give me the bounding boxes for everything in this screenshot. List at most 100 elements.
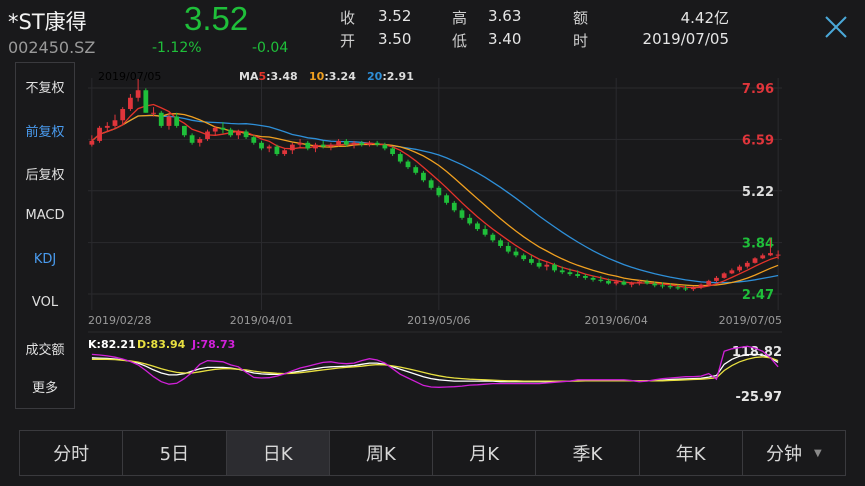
candle-body <box>636 281 642 284</box>
candle <box>436 185 442 198</box>
candle-body <box>775 254 781 256</box>
candle-body <box>243 131 249 138</box>
candle <box>521 253 527 261</box>
y-tick-label: 6.59 <box>742 133 774 148</box>
candle <box>698 283 704 290</box>
candle-body <box>582 275 588 278</box>
quote-value-close: 3.52 <box>378 7 412 25</box>
ma5-legend-value: 3.48 <box>271 70 298 83</box>
candle-body <box>251 137 257 143</box>
candle-body <box>660 285 665 287</box>
candle <box>459 208 465 220</box>
candle-body <box>490 234 496 241</box>
candle <box>621 279 627 286</box>
candle-body <box>552 264 557 271</box>
candle <box>760 253 766 260</box>
close-x-icon[interactable] <box>823 14 849 40</box>
candle-body <box>683 288 689 290</box>
candle-body <box>351 142 357 145</box>
sidebar-item-more[interactable]: 更多 <box>16 377 74 396</box>
tab-yearly-k[interactable]: 年K <box>640 431 743 475</box>
candle-body <box>629 283 635 285</box>
candle <box>505 242 511 254</box>
candle-body <box>382 144 388 149</box>
candle-body <box>652 283 658 286</box>
candle <box>467 214 473 226</box>
candle-body <box>235 131 241 136</box>
candle <box>413 165 419 175</box>
quote-label-high: 高 <box>452 9 468 27</box>
tab-monthly-k[interactable]: 月K <box>433 431 537 475</box>
chart-labels: 2019/07/05 MA5:3.48 10:3.24 20:2.91 K:82… <box>88 70 414 351</box>
quote-value-open: 3.50 <box>378 30 412 48</box>
candle <box>397 152 403 164</box>
sidebar-item-macd[interactable]: MACD <box>16 208 74 223</box>
tab-5day[interactable]: 5日 <box>123 431 227 475</box>
tab-weekly-k[interactable]: 周K <box>330 431 433 475</box>
candle-body <box>336 140 342 145</box>
ma10-legend-period: 10 <box>309 70 325 83</box>
candle-body <box>467 217 473 224</box>
tab-daily-k[interactable]: 日K <box>226 431 330 475</box>
candle <box>189 133 195 145</box>
candle <box>243 129 249 140</box>
tab-quarterly-k[interactable]: 季K <box>536 431 640 475</box>
tab-intraday[interactable]: 分时 <box>20 431 124 475</box>
candle <box>444 193 449 205</box>
sidebar-item-no-adjust[interactable]: 不复权 <box>16 77 74 96</box>
candle-body <box>328 144 334 147</box>
candle <box>475 221 480 231</box>
kdj-legend: K:82.21 D:83.94 J:78.73 <box>88 338 235 351</box>
candle-body <box>181 125 187 136</box>
j-legend-value: 78.73 <box>201 338 236 351</box>
indicator-sidebar: 不复权 前复权 后复权 MACD KDJ VOL 成交额 更多 <box>15 62 75 409</box>
quote-label-amount: 额 <box>573 9 589 27</box>
sidebar-item-forward-adjust[interactable]: 前复权 <box>16 121 74 140</box>
candle <box>228 127 234 138</box>
candle-body <box>690 287 696 290</box>
candle <box>89 135 95 147</box>
y-tick-label: 3.84 <box>742 237 774 252</box>
y-tick-label: 2.47 <box>742 288 774 303</box>
candle-body <box>266 146 272 149</box>
candle <box>367 140 372 147</box>
ma5-line <box>91 103 779 289</box>
candle-body <box>289 144 295 151</box>
candle-body <box>359 142 365 145</box>
candle-body <box>428 180 434 188</box>
tab-minute[interactable]: 分钟 ▼ <box>743 431 845 475</box>
candle-body <box>528 259 534 263</box>
candle-body <box>505 245 511 252</box>
sidebar-item-vol[interactable]: VOL <box>16 295 74 310</box>
sidebar-item-backward-adjust[interactable]: 后复权 <box>16 164 74 183</box>
candle-body <box>305 142 311 149</box>
candle-body <box>621 281 627 285</box>
candle-body <box>174 116 180 126</box>
candle-body <box>405 161 411 168</box>
kdj-lines <box>91 345 779 388</box>
candle <box>158 110 164 128</box>
stock-name: *ST康得 <box>8 10 87 34</box>
candle-body <box>151 112 156 114</box>
candle-body <box>374 142 380 145</box>
period-tabs: 分时 5日 日K 周K 月K 季K 年K 分钟 ▼ <box>19 430 846 476</box>
ma-legend-prefix: MA <box>239 70 259 83</box>
candle <box>683 285 689 291</box>
candle-body <box>744 262 750 267</box>
sidebar-item-turnover[interactable]: 成交额 <box>16 339 74 358</box>
quote-label-close: 收 <box>340 9 356 27</box>
candle-body <box>590 277 596 280</box>
candle <box>143 88 149 113</box>
candle <box>513 247 519 258</box>
ma-legend: MA5:3.48 10:3.24 20:2.91 <box>239 70 414 83</box>
candle-body <box>421 172 426 181</box>
sidebar-item-kdj[interactable]: KDJ <box>16 252 74 267</box>
kline-chart[interactable]: 7.96 6.59 5.22 3.84 2.47 2019/02/28 2019/04/01… <box>84 62 784 412</box>
quote-label-time: 时 <box>573 32 589 50</box>
candle-body <box>536 262 542 267</box>
candle <box>112 114 118 128</box>
candle-body <box>752 258 758 263</box>
candle <box>297 139 303 149</box>
k-legend-value: 82.21 <box>101 338 136 351</box>
candle <box>536 259 542 269</box>
